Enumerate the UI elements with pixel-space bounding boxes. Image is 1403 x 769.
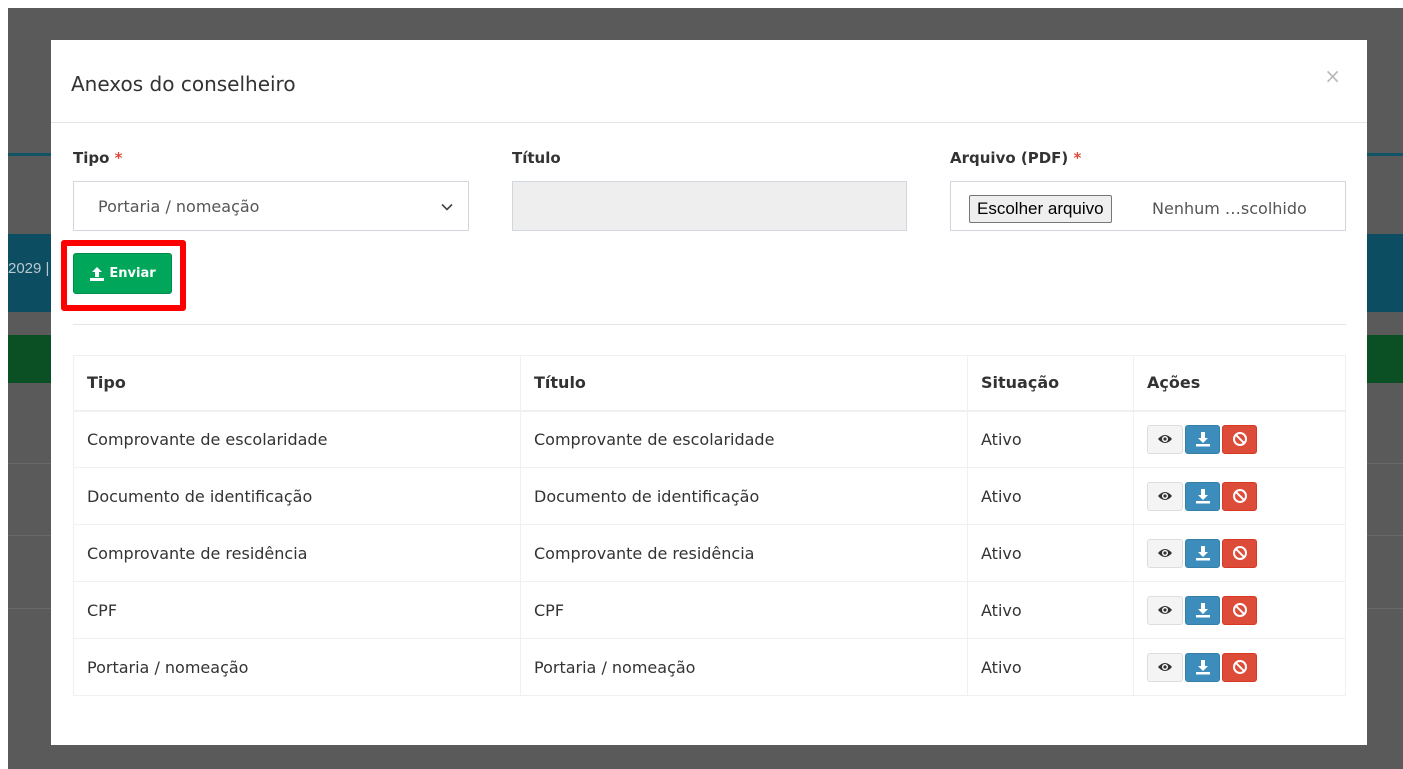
tipo-select-value: Portaria / nomeação — [98, 197, 260, 216]
modal-header: Anexos do conselheiro × — [51, 40, 1367, 123]
column-header-tipo: Tipo — [73, 355, 521, 412]
ban-icon — [1232, 660, 1247, 674]
cell-situacao: Ativo — [967, 524, 1134, 582]
cell-actions — [1133, 524, 1346, 582]
table-row: Portaria / nomeação Portaria / nomeação … — [73, 638, 1346, 696]
eye-icon — [1158, 435, 1172, 444]
cell-titulo: Comprovante de residência — [520, 524, 968, 582]
required-mark: * — [1073, 149, 1082, 167]
download-icon — [1195, 603, 1210, 618]
enviar-label: Enviar — [109, 266, 156, 281]
cell-titulo: Comprovante de escolaridade — [520, 410, 968, 468]
view-button[interactable] — [1147, 595, 1183, 625]
table-row: Comprovante de residência Comprovante de… — [73, 524, 1346, 582]
cell-situacao: Ativo — [967, 638, 1134, 696]
ban-icon — [1232, 432, 1247, 447]
delete-button[interactable] — [1222, 652, 1257, 682]
cell-titulo: Documento de identificação — [520, 467, 968, 525]
download-button[interactable] — [1185, 595, 1220, 625]
cell-situacao: Ativo — [967, 581, 1134, 639]
eye-icon — [1158, 549, 1172, 557]
column-header-titulo: Título — [520, 355, 968, 412]
view-button[interactable] — [1147, 538, 1183, 568]
titulo-label: Título — [512, 149, 561, 167]
download-icon — [1195, 660, 1210, 675]
table-row: Documento de identificação Documento de … — [73, 467, 1346, 525]
row-actions — [1147, 652, 1332, 682]
view-button[interactable] — [1147, 424, 1183, 454]
modal-title: Anexos do conselheiro — [71, 72, 296, 96]
ban-icon — [1232, 603, 1247, 617]
cell-situacao: Ativo — [967, 410, 1134, 468]
choose-file-button[interactable]: Escolher arquivo — [969, 195, 1112, 223]
cell-actions — [1133, 581, 1346, 639]
cell-situacao: Ativo — [967, 467, 1134, 525]
eye-icon — [1158, 606, 1172, 614]
cell-tipo: Portaria / nomeação — [73, 638, 521, 696]
download-icon — [1195, 546, 1210, 561]
download-icon — [1195, 489, 1210, 504]
arquivo-label-text: Arquivo (PDF) — [950, 149, 1069, 167]
row-actions — [1147, 595, 1332, 625]
download-button[interactable] — [1185, 652, 1220, 682]
table-row: Comprovante de escolaridade Comprovante … — [73, 410, 1346, 468]
tipo-label-text: Tipo — [73, 149, 110, 167]
titulo-input[interactable] — [512, 181, 907, 231]
download-button[interactable] — [1185, 538, 1220, 568]
delete-button[interactable] — [1222, 424, 1257, 454]
tipo-select[interactable]: Portaria / nomeação — [73, 181, 469, 231]
download-button[interactable] — [1185, 481, 1220, 511]
cell-tipo: CPF — [73, 581, 521, 639]
close-button[interactable]: × — [1324, 64, 1341, 88]
file-name-text: Nenhum …scolhido — [1152, 199, 1307, 218]
ban-icon — [1232, 489, 1247, 503]
chevron-down-icon — [441, 203, 453, 211]
upload-icon — [90, 266, 105, 281]
delete-button[interactable] — [1222, 481, 1257, 511]
cell-actions — [1133, 410, 1346, 468]
cell-actions — [1133, 638, 1346, 696]
cell-titulo: Portaria / nomeação — [520, 638, 968, 696]
view-button[interactable] — [1147, 481, 1183, 511]
tipo-label: Tipo * — [73, 149, 123, 167]
column-header-situacao: Situação — [967, 355, 1134, 412]
required-mark: * — [114, 149, 123, 167]
cell-titulo: CPF — [520, 581, 968, 639]
delete-button[interactable] — [1222, 538, 1257, 568]
view-button[interactable] — [1147, 652, 1183, 682]
backdrop-partial-text: 2029 | — [8, 260, 50, 277]
download-button[interactable] — [1185, 424, 1220, 454]
ban-icon — [1232, 546, 1247, 560]
attachments-modal: Anexos do conselheiro × Tipo * Título Ar… — [51, 40, 1367, 745]
row-actions — [1147, 481, 1332, 511]
eye-icon — [1158, 492, 1172, 500]
cell-tipo: Comprovante de residência — [73, 524, 521, 582]
cell-actions — [1133, 467, 1346, 525]
cell-tipo: Comprovante de escolaridade — [73, 410, 521, 468]
table-header-row: Tipo Título Situação Ações — [73, 355, 1346, 412]
file-input[interactable]: Escolher arquivo Nenhum …scolhido — [950, 181, 1346, 231]
arquivo-label: Arquivo (PDF) * — [950, 149, 1081, 167]
download-icon — [1195, 432, 1210, 447]
enviar-button[interactable]: Enviar — [73, 253, 172, 294]
row-actions — [1147, 538, 1332, 568]
row-actions — [1147, 424, 1332, 454]
column-header-acoes: Ações — [1133, 355, 1346, 412]
attachments-table: Tipo Título Situação Ações Comprovante d… — [73, 355, 1346, 696]
delete-button[interactable] — [1222, 595, 1257, 625]
table-row: CPF CPF Ativo — [73, 581, 1346, 639]
section-divider — [73, 324, 1346, 325]
eye-icon — [1158, 663, 1172, 671]
cell-tipo: Documento de identificação — [73, 467, 521, 525]
